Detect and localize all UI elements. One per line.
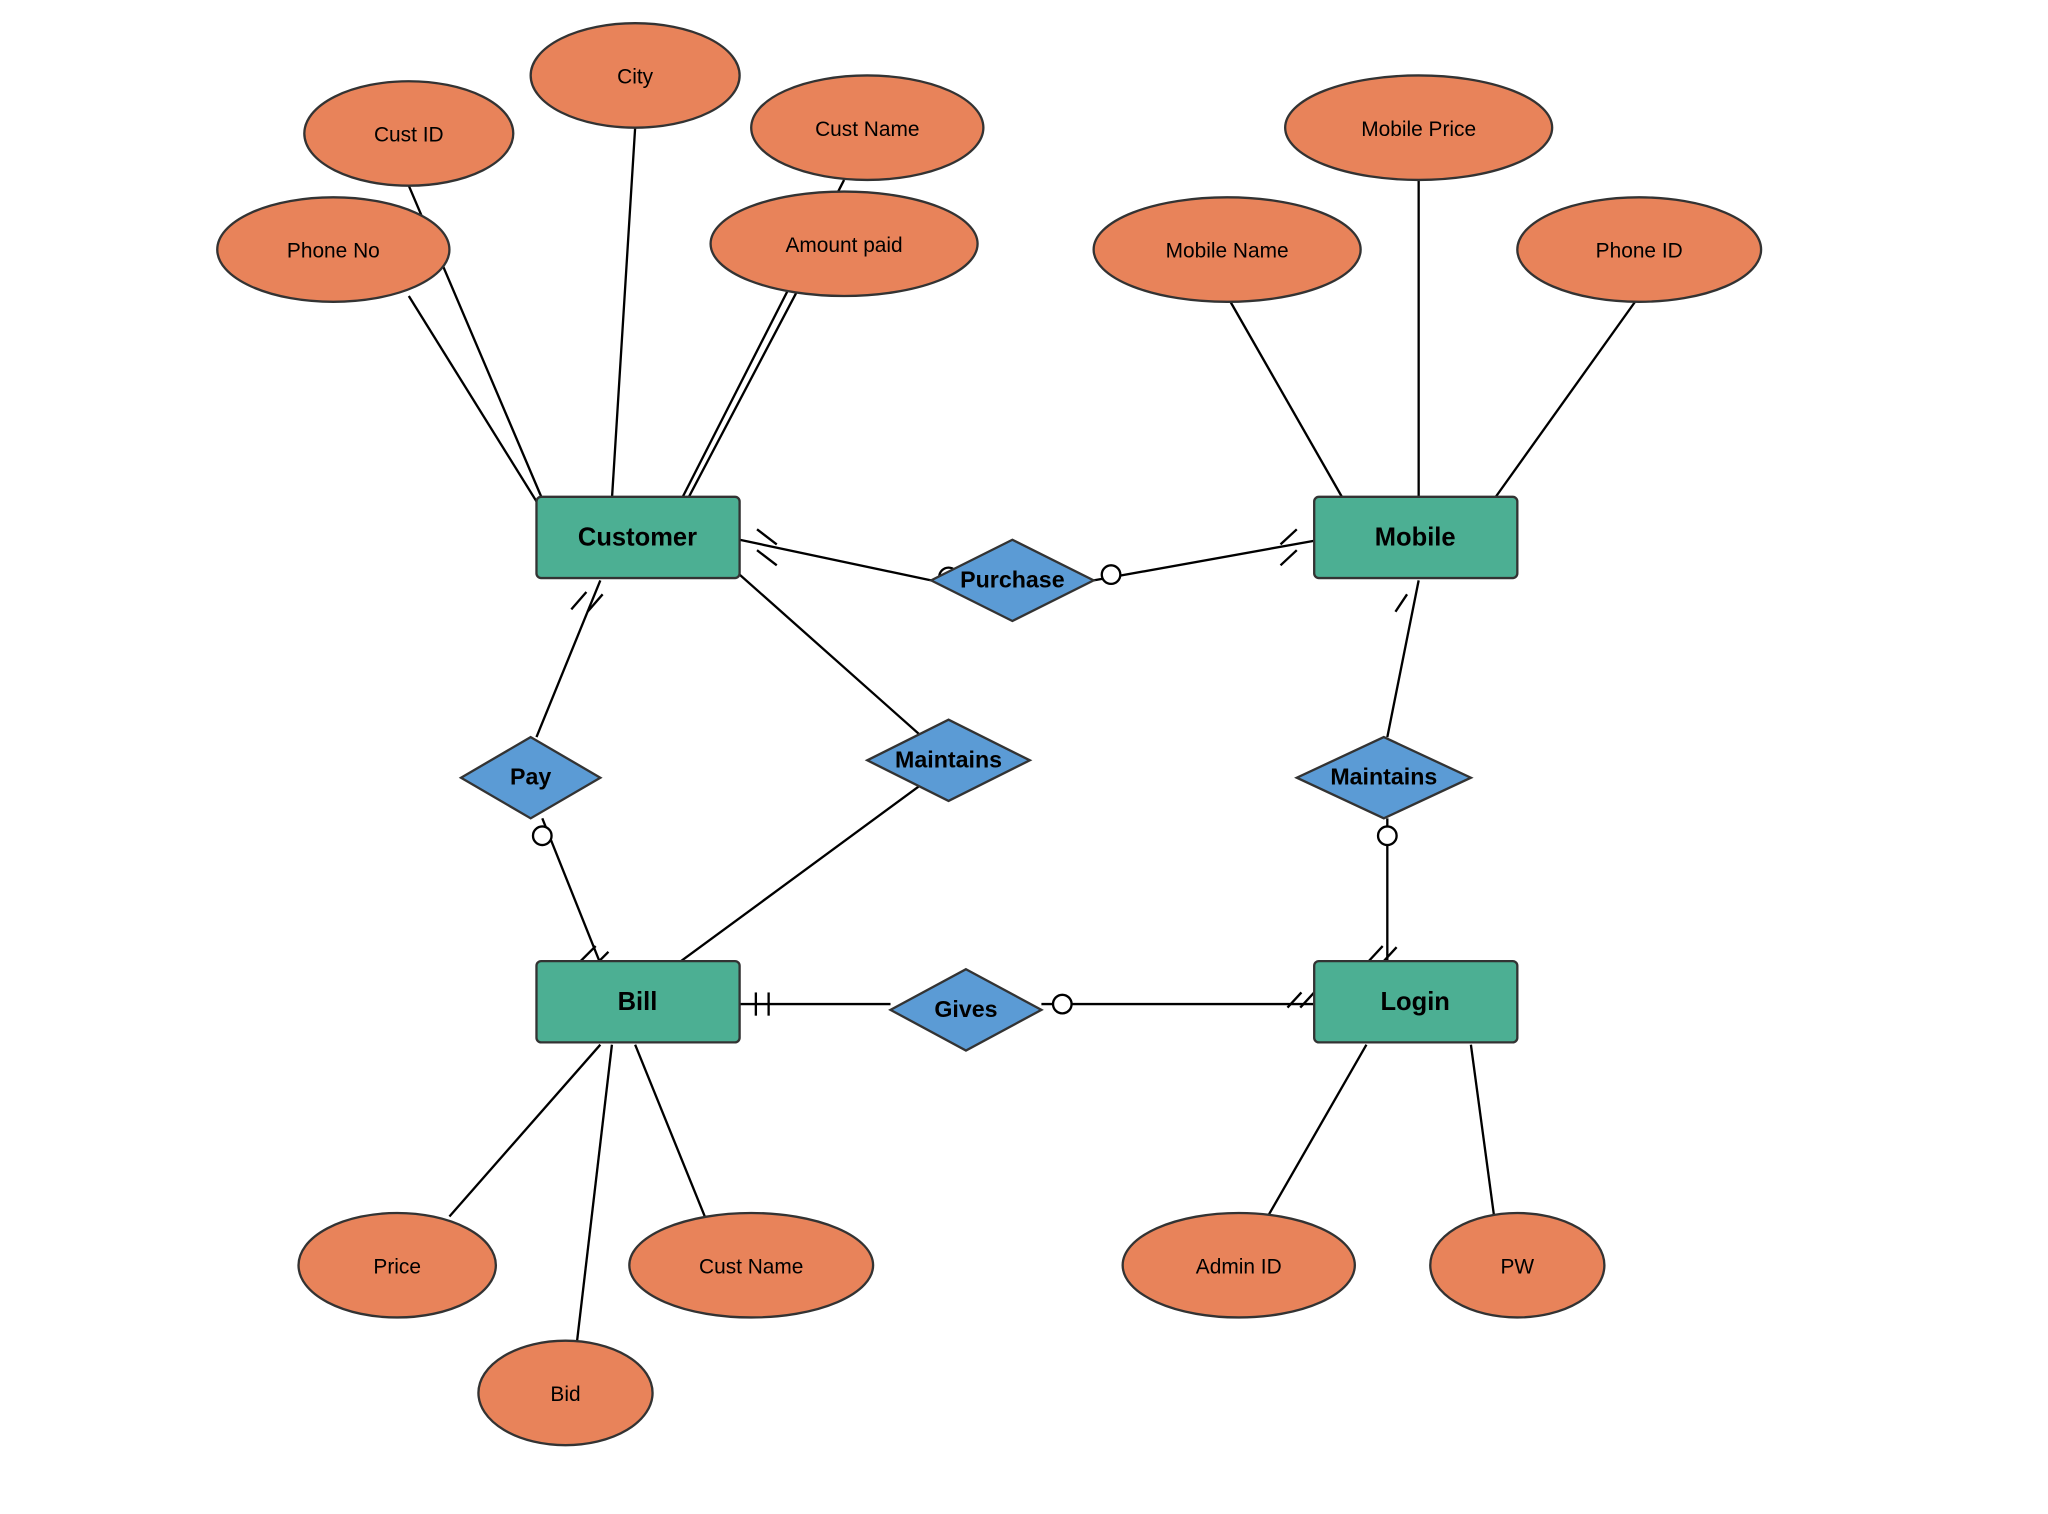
line-bill-price [449,1045,600,1217]
attr-custid-label: Cust ID [374,124,444,147]
rel-gives-label: Gives [934,996,997,1022]
line-phoneno-customer [409,296,542,511]
attr-amountpaid-label: Amount paid [785,234,902,257]
line-login-pw [1471,1045,1494,1217]
circle-maintains-login [1378,826,1397,845]
attr-custname2-label: Cust Name [699,1255,803,1278]
line-bill-custname2 [635,1045,705,1217]
attr-phoneid-label: Phone ID [1596,240,1683,263]
mark1 [757,529,777,544]
rel-pay-label: Pay [510,764,551,790]
attr-pw-label: PW [1501,1255,1535,1278]
mark3 [1281,529,1297,544]
mark10 [1369,946,1383,961]
mark4 [1281,550,1297,565]
attr-phoneno-label: Phone No [287,240,380,263]
circle-pay-bill [533,826,552,845]
mark5 [571,592,586,609]
mark2 [757,550,777,565]
line-customer-maintains [740,575,949,761]
rel-purchase-label: Purchase [960,566,1065,592]
attr-mobileprice-label: Mobile Price [1361,118,1476,141]
line-bill-bid [577,1045,612,1341]
line-login-adminid [1268,1045,1367,1217]
line-amountpaid-customer [682,290,798,511]
line-maintains-bill [670,760,954,969]
circle-gives-login [1053,995,1072,1014]
mark9 [1395,594,1407,611]
line-mobile-maintainsright [1387,580,1418,737]
entity-mobile-label: Mobile [1375,524,1456,552]
circle-purchase-mobile [1102,565,1121,584]
attr-city-label: City [617,66,654,89]
entity-customer-label: Customer [578,524,697,552]
mark6 [588,594,603,611]
line-phoneid-mobile [1494,296,1639,499]
attr-custname-label: Cust Name [815,118,919,141]
rel-maintains-left-label: Maintains [895,746,1002,772]
attr-adminid-label: Admin ID [1196,1255,1282,1278]
line-mobilename-mobile [1227,296,1343,499]
line-customer-pay [536,580,600,737]
mark14 [1287,992,1301,1007]
mark15 [1300,992,1314,1007]
mark7 [581,946,596,961]
entity-login-label: Login [1380,988,1449,1016]
entity-bill-label: Bill [618,988,658,1016]
line-city-customer [612,128,635,499]
rel-maintains-right-label: Maintains [1330,764,1437,790]
attr-price-label: Price [373,1255,421,1278]
attr-mobilename-label: Mobile Name [1166,240,1289,263]
attr-bid-label: Bid [550,1383,580,1406]
